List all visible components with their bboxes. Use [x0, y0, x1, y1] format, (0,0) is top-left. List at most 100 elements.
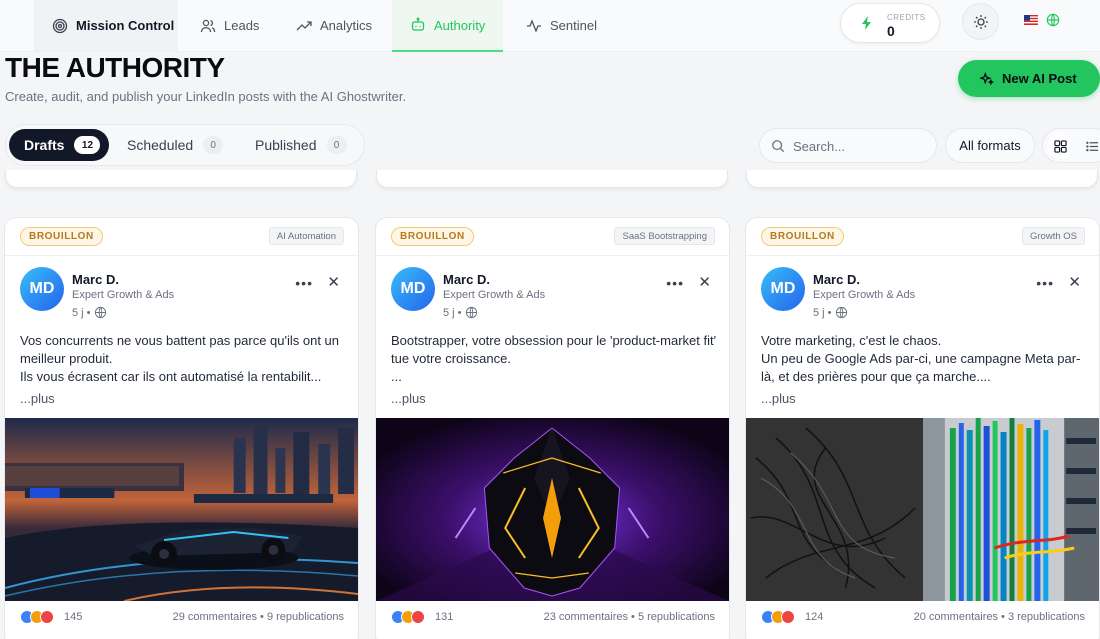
- us-flag-icon[interactable]: [1024, 15, 1038, 25]
- love-reaction-icon: [40, 610, 54, 624]
- globe-icon[interactable]: [1046, 13, 1060, 27]
- divider: [376, 255, 729, 256]
- see-more-link[interactable]: ...plus: [20, 391, 55, 406]
- globe-icon: [835, 306, 847, 319]
- post-time: 5 j •: [443, 306, 478, 319]
- status-badge: BROUILLON: [20, 227, 103, 246]
- target-icon: [52, 18, 68, 33]
- format-select[interactable]: All formats: [945, 128, 1035, 163]
- more-options-icon[interactable]: •••: [295, 275, 313, 291]
- see-more-link[interactable]: ...plus: [391, 391, 426, 406]
- page-title: THE AUTHORITY: [5, 52, 225, 83]
- author-name: Marc D.: [72, 272, 119, 287]
- more-options-icon[interactable]: •••: [666, 275, 684, 291]
- list-view-button[interactable]: [1079, 133, 1100, 159]
- reaction-icons: [391, 610, 431, 624]
- reaction-count: 131: [435, 611, 454, 623]
- post-time: 5 j •: [72, 306, 107, 319]
- divider: [746, 255, 1099, 256]
- cables-image: [746, 418, 1099, 601]
- theme-toggle-button[interactable]: [962, 3, 999, 40]
- engagement-stats[interactable]: 20 commentaires • 3 republications: [914, 611, 1085, 623]
- post-card[interactable]: BROUILLON AI Automation MD Marc D. Exper…: [4, 217, 359, 639]
- bolt-icon: [862, 16, 871, 30]
- tab-analytics[interactable]: Analytics: [296, 0, 372, 51]
- author-name: Marc D.: [813, 272, 860, 287]
- reaction-count: 124: [805, 611, 824, 623]
- divider: [5, 255, 358, 256]
- see-more-link[interactable]: ...plus: [761, 391, 796, 406]
- tab-scheduled[interactable]: Scheduled 0: [127, 129, 224, 161]
- category-tag: SaaS Bootstrapping: [614, 227, 715, 245]
- tab-sentinel[interactable]: Sentinel: [526, 0, 597, 51]
- list-icon: [1085, 141, 1098, 151]
- reaction-icons: [761, 610, 801, 624]
- love-reaction-icon: [781, 610, 795, 624]
- page-subtitle: Create, audit, and publish your LinkedIn…: [5, 89, 407, 104]
- status-badge: BROUILLON: [391, 227, 474, 246]
- tab-leads[interactable]: Leads: [200, 0, 259, 51]
- grid-view-button[interactable]: [1047, 133, 1073, 159]
- engagement-stats[interactable]: 23 commentaires • 5 republications: [544, 611, 715, 623]
- engagement-stats[interactable]: 29 commentaires • 9 republications: [173, 611, 344, 623]
- reactions[interactable]: 124: [761, 610, 823, 624]
- view-toggle: [1042, 128, 1100, 163]
- scheduled-count-badge: 0: [203, 136, 224, 154]
- author-role: Expert Growth & Ads: [72, 289, 175, 301]
- card-edge: [5, 170, 357, 188]
- reaction-icons: [20, 610, 60, 624]
- credits-pill[interactable]: CREDITS 0: [840, 3, 940, 43]
- credits-label: CREDITS: [887, 13, 926, 22]
- author-role: Expert Growth & Ads: [443, 289, 546, 301]
- drafts-count-badge: 12: [74, 136, 101, 154]
- dark-crystal-image: [376, 418, 729, 601]
- tab-label: Authority: [434, 17, 486, 33]
- close-icon[interactable]: ✕: [327, 273, 340, 291]
- post-card[interactable]: BROUILLON SaaS Bootstrapping MD Marc D. …: [375, 217, 730, 639]
- tab-mission-control[interactable]: Mission Control: [34, 0, 178, 51]
- trend-up-icon: [296, 20, 312, 30]
- sun-icon: [973, 14, 988, 29]
- post-text: Votre marketing, c'est le chaos. Un peu …: [761, 333, 1081, 384]
- card-edge: [376, 170, 728, 188]
- race-car-image: [5, 418, 358, 601]
- credits-value: 0: [887, 23, 895, 39]
- card-edge: [746, 170, 1098, 188]
- more-options-icon[interactable]: •••: [1036, 275, 1054, 291]
- post-time-text: 5 j •: [72, 306, 91, 319]
- status-badge: BROUILLON: [761, 227, 844, 246]
- author-name: Marc D.: [443, 272, 490, 287]
- search-icon: [772, 140, 785, 153]
- reactions[interactable]: 131: [391, 610, 453, 624]
- tab-label: Published: [255, 137, 317, 153]
- globe-icon: [465, 306, 477, 319]
- search-box: [759, 128, 937, 163]
- reactions[interactable]: 145: [20, 610, 82, 624]
- author-role: Expert Growth & Ads: [813, 289, 916, 301]
- search-input[interactable]: [793, 136, 931, 156]
- new-ai-post-label: New AI Post: [1002, 71, 1077, 86]
- close-icon[interactable]: ✕: [1068, 273, 1081, 291]
- post-card[interactable]: BROUILLON Growth OS MD Marc D. Expert Gr…: [745, 217, 1100, 639]
- post-text: Bootstrapper, votre obsession pour le 'p…: [391, 333, 717, 384]
- status-tabs: Drafts 12 Scheduled 0 Published 0: [5, 124, 365, 166]
- tab-label: Leads: [224, 18, 260, 33]
- tab-authority[interactable]: Authority: [392, 0, 503, 52]
- globe-icon: [94, 306, 106, 319]
- sparkles-icon: [980, 71, 994, 85]
- tab-label: Mission Control: [76, 18, 175, 33]
- top-nav: Mission Control Leads Analytics Authorit…: [0, 0, 1100, 52]
- avatar: MD: [761, 267, 805, 311]
- category-tag: Growth OS: [1022, 227, 1085, 245]
- robot-icon: [411, 17, 425, 31]
- tab-label: Analytics: [320, 18, 373, 33]
- tab-label: Sentinel: [550, 18, 597, 33]
- close-icon[interactable]: ✕: [698, 273, 711, 291]
- post-text: Vos concurrents ne vous battent pas parc…: [20, 333, 340, 384]
- new-ai-post-button[interactable]: New AI Post: [958, 60, 1100, 97]
- users-icon: [200, 19, 216, 32]
- tab-drafts[interactable]: Drafts 12: [9, 129, 109, 161]
- tab-published[interactable]: Published 0: [255, 129, 347, 161]
- published-count-badge: 0: [326, 136, 347, 154]
- love-reaction-icon: [411, 610, 425, 624]
